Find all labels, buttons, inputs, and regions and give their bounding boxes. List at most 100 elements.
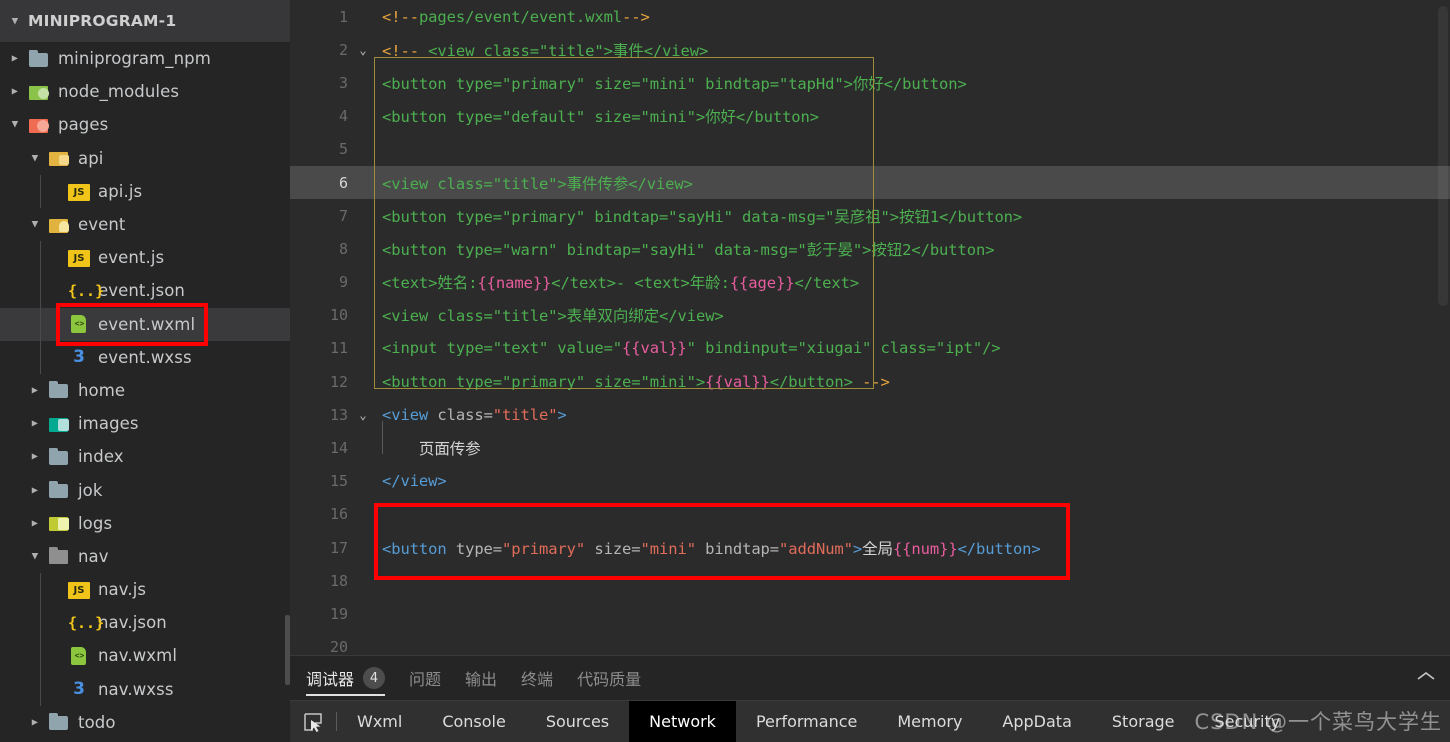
code-line-19[interactable]: 19 [290, 597, 1450, 630]
tree-file-event.wxss[interactable]: 3 event.wxss [0, 340, 290, 374]
line-number: 17 [329, 538, 348, 557]
code-editor[interactable]: 1 <!--pages/event/event.wxml--> 2 ⌄ <!-- <vi… [290, 0, 1450, 655]
chevron-right-icon[interactable] [28, 483, 42, 497]
chevron-right-icon[interactable] [28, 417, 42, 431]
tree-folder-images[interactable]: images [0, 407, 290, 440]
chevron-up-icon[interactable] [1416, 668, 1436, 686]
devtools-tab-sources[interactable]: Sources [526, 701, 629, 742]
code-line-12[interactable]: 12 <button type="primary" size="mini">{{v… [290, 365, 1450, 398]
tree-item-label: jok [78, 480, 103, 500]
folder-grey-icon [48, 380, 70, 400]
code-line-11[interactable]: 11 <input type="text" value="{{val}}" bin… [290, 332, 1450, 365]
line-number: 18 [329, 571, 348, 590]
line-number: 5 [338, 140, 348, 159]
chevron-down-icon[interactable] [28, 218, 42, 232]
fold-toggle-icon[interactable]: ⌄ [352, 43, 374, 57]
code-text: <button type="warn" bindtap="sayHi" data… [382, 240, 995, 259]
tree-folder-jok[interactable]: jok [0, 473, 290, 506]
code-line-1[interactable]: 1 <!--pages/event/event.wxml--> [290, 0, 1450, 33]
devtools-tab-wxml[interactable]: Wxml [337, 701, 422, 742]
code-text: <button type="default" size="mini">你好</b… [382, 108, 819, 127]
tree-folder-todo[interactable]: todo [0, 706, 290, 739]
panel-tab-输出[interactable]: 输出 [465, 656, 497, 700]
tree-item-label: images [78, 414, 139, 434]
folder-yellow-icon [48, 148, 70, 168]
tree-folder-logs[interactable]: logs [0, 507, 290, 540]
tree-file-nav.wxml[interactable]: nav.wxml [0, 639, 290, 673]
code-line-10[interactable]: 10 <view class="title">表单双向绑定</view> [290, 299, 1450, 332]
devtools-tab-memory[interactable]: Memory [877, 701, 982, 742]
devtools-tab-console[interactable]: Console [422, 701, 526, 742]
panel-tab-终端[interactable]: 终端 [521, 656, 553, 700]
explorer-root-header[interactable]: MINIPROGRAM-1 [0, 0, 290, 42]
inspect-element-icon[interactable] [290, 701, 336, 742]
code-line-17[interactable]: 17 <button type="primary" size="mini" bin… [290, 531, 1450, 564]
tree-folder-api[interactable]: api [0, 142, 290, 175]
tree-item-label: todo [78, 712, 116, 732]
tree-folder-home[interactable]: home [0, 374, 290, 407]
line-number: 15 [329, 472, 348, 491]
devtools-tab-storage[interactable]: Storage [1092, 701, 1195, 742]
line-number: 3 [338, 73, 348, 92]
tree-folder-event[interactable]: event [0, 208, 290, 241]
tree-folder-node_modules[interactable]: node_modules [0, 75, 290, 108]
tree-file-event.json[interactable]: {..} event.json [0, 274, 290, 308]
code-line-5[interactable]: 5 [290, 133, 1450, 166]
tree-file-api.js[interactable]: JS api.js [0, 174, 290, 208]
folder-grey-icon [48, 480, 70, 500]
panel-tab-问题[interactable]: 问题 [409, 656, 441, 700]
panel-tab-调试器[interactable]: 调试器 4 [306, 656, 386, 700]
chevron-down-icon[interactable] [28, 151, 42, 165]
code-line-8[interactable]: 8 <button type="warn" bindtap="sayHi" dat… [290, 232, 1450, 265]
chevron-down-icon[interactable] [28, 549, 42, 563]
code-line-2[interactable]: 2 ⌄ <!-- <view class="title">事件</view> [290, 33, 1450, 66]
tree-folder-index[interactable]: index [0, 440, 290, 473]
chevron-right-icon[interactable] [28, 383, 42, 397]
devtools-tab-security[interactable]: Security [1195, 701, 1301, 742]
chevron-down-icon[interactable] [8, 14, 22, 28]
code-line-16[interactable]: 16 [290, 498, 1450, 531]
chevron-right-icon[interactable] [8, 85, 22, 99]
code-line-15[interactable]: 15 </view> [290, 465, 1450, 498]
panel-tab-代码质量[interactable]: 代码质量 [577, 656, 641, 700]
tree-file-nav.js[interactable]: JS nav.js [0, 573, 290, 607]
code-line-4[interactable]: 4 <button type="default" size="mini">你好</… [290, 100, 1450, 133]
code-line-20[interactable]: 20 [290, 631, 1450, 655]
devtools-tab-network[interactable]: Network [629, 701, 736, 742]
editor-scrollbar-vertical[interactable] [1438, 6, 1448, 306]
indent-guide [382, 421, 383, 454]
folder-olive-icon [48, 513, 70, 533]
tree-file-nav.wxss[interactable]: 3 nav.wxss [0, 672, 290, 706]
tree-file-nav.json[interactable]: {..} nav.json [0, 606, 290, 640]
chevron-right-icon[interactable] [28, 516, 42, 530]
code-line-14[interactable]: 14 页面传参 [290, 431, 1450, 464]
devtools-tab-performance[interactable]: Performance [736, 701, 877, 742]
chevron-right-icon[interactable] [8, 52, 22, 66]
fold-toggle-icon[interactable]: ⌄ [352, 408, 374, 422]
folder-plain-icon [48, 546, 70, 566]
chevron-down-icon[interactable] [8, 118, 22, 132]
code-line-9[interactable]: 9 <text>姓名:{{name}}</text>- <text>年龄:{{ag… [290, 266, 1450, 299]
chevron-right-icon[interactable] [28, 450, 42, 464]
tree-folder-miniprogram_npm[interactable]: miniprogram_npm [0, 42, 290, 75]
code-line-6[interactable]: 6 <view class="title">事件传参</view> [290, 165, 1450, 200]
tree-folder-nav[interactable]: nav [0, 540, 290, 573]
code-line-13[interactable]: 13 ⌄ <view class="title"> [290, 398, 1450, 431]
tree-item-label: node_modules [58, 82, 180, 102]
tree-file-event.js[interactable]: JS event.js [0, 241, 290, 275]
tree-file-event.wxml[interactable]: event.wxml [0, 307, 290, 341]
devtools-tab-appdata[interactable]: AppData [982, 701, 1091, 742]
panel-tab-bar: 调试器 4 问题 输出 终端 代码质量 [290, 656, 1450, 700]
code-line-7[interactable]: 7 <button type="primary" bindtap="sayHi" … [290, 199, 1450, 232]
chevron-right-icon[interactable] [28, 715, 42, 729]
code-line-18[interactable]: 18 [290, 564, 1450, 597]
code-text: 页面传参 [382, 440, 481, 459]
panel-tab-badge: 4 [363, 667, 386, 689]
code-line-3[interactable]: 3 <button type="primary" size="mini" bind… [290, 66, 1450, 99]
code-text: <!--pages/event/event.wxml--> [382, 7, 650, 26]
code-text: <button type="primary" size="mini" bindt… [382, 74, 967, 93]
tree-folder-pages[interactable]: pages [0, 108, 290, 141]
